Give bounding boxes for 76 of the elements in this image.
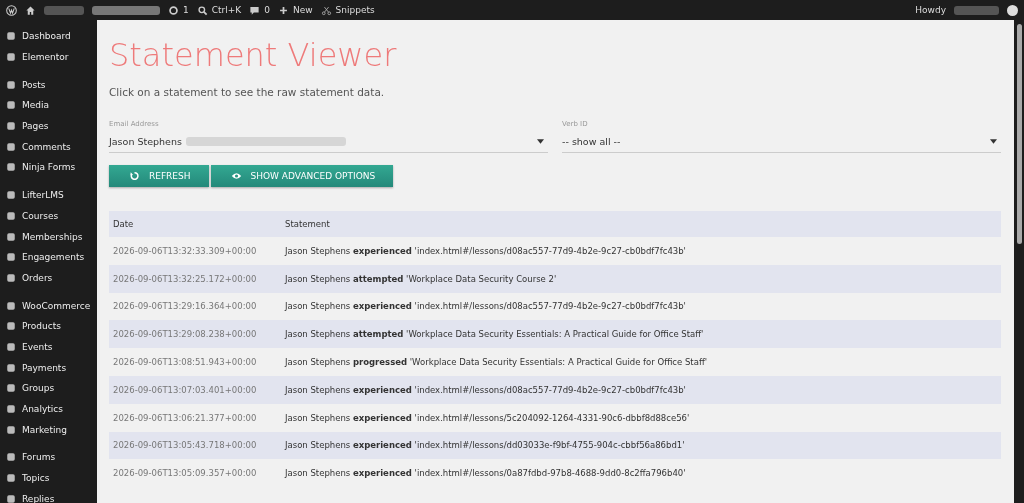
- greeting-text[interactable]: Howdy: [915, 5, 946, 15]
- sidebar-item[interactable]: Forums: [0, 447, 97, 468]
- sidebar-item[interactable]: Products: [0, 315, 97, 337]
- plus-icon[interactable]: [277, 4, 289, 16]
- dropdown-field[interactable]: Jason Stephens: [109, 130, 548, 153]
- sidebar-item[interactable]: Pages: [0, 115, 97, 137]
- date-cell-text: 2026-09-06T13:32:25.172+00:00: [112, 273, 258, 284]
- sidebar-item[interactable]: Ninja Forms: [0, 157, 97, 178]
- date-cell-text: 2026-09-06T13:32:33.309+00:00: [112, 245, 258, 256]
- scissors-icon[interactable]: [320, 4, 332, 16]
- show-options-button[interactable]: SHOW ADVANCED OPTIONS: [210, 165, 394, 187]
- redacted-block: [92, 5, 160, 15]
- statement-row[interactable]: 2026-09-06T13:06:21.377+00:00 Jason Stephens experienced 'index.html#/lessons/5c204092-1264-4331-90c6-dbbf8d88ce56': [109, 403, 1001, 432]
- statement-cell-text: Jason Stephens attempted 'Workplace Data Security Course 2': [283, 273, 557, 284]
- sidebar-item[interactable]: Engagements: [0, 246, 97, 268]
- column-header: Statement: [284, 219, 330, 229]
- redacted-block: [44, 5, 84, 15]
- column-header: Date: [112, 219, 135, 229]
- sidebar-item[interactable]: Groups: [0, 378, 97, 399]
- statement-cell-text: Jason Stephens experienced 'index.html#/lessons/d08ac557-77d9-4b2e-9c27-cb0bdf7fc43b': [283, 384, 686, 395]
- sidebar-item[interactable]: Replies: [0, 488, 97, 503]
- statement-row[interactable]: 2026-09-06T13:07:03.401+00:00 Jason Stephens experienced 'index.html#/lessons/d08ac557-77d9-4b2e-9c27-cb0bdf7fc43b': [109, 376, 1001, 404]
- statement-cell-text: Jason Stephens experienced 'index.html#/lessons/d08ac557-77d9-4b2e-9c27-cb0bdf7fc43b': [283, 301, 686, 312]
- wordpress-logo-icon[interactable]: [6, 4, 17, 16]
- updates-count[interactable]: 1: [183, 5, 189, 15]
- snippets-link[interactable]: Snippets: [335, 5, 375, 15]
- home-icon[interactable]: [25, 4, 36, 16]
- sidebar-item[interactable]: LifterLMS: [0, 184, 97, 206]
- sidebar-item[interactable]: Marketing: [0, 419, 97, 441]
- redacted-block: [954, 5, 999, 15]
- avatar-icon[interactable]: [1007, 4, 1018, 16]
- comment-icon[interactable]: [249, 4, 261, 16]
- statement-row[interactable]: 2026-09-06T13:08:51.943+00:00 Jason Stephens progressed 'Workplace Data Security Essentials: A Practical Guide for Office Staff': [109, 348, 1001, 376]
- sidebar-item[interactable]: Courses: [0, 205, 97, 227]
- comments-count[interactable]: 0: [264, 5, 270, 15]
- statement-row[interactable]: 2026-09-06T13:32:25.172+00:00 Jason Stephens attempted 'Workplace Data Security Course 2': [109, 264, 1001, 293]
- sidebar-item[interactable]: Elementor: [0, 46, 97, 68]
- caret-icon: [537, 138, 544, 144]
- statement-cell-text: Jason Stephens experienced 'index.html#/lessons/dd03033e-f9bf-4755-904c-cbbf56a86bd1': [283, 440, 685, 451]
- scrollbar[interactable]: [1014, 20, 1024, 503]
- sidebar-item[interactable]: Orders: [0, 267, 97, 289]
- statement-cell-text: Jason Stephens experienced 'index.html#/lessons/d08ac557-77d9-4b2e-9c27-cb0bdf7fc43b': [283, 245, 686, 256]
- caret-icon: [990, 138, 997, 144]
- date-cell-text: 2026-09-06T13:05:43.718+00:00: [112, 440, 258, 451]
- date-cell-text: 2026-09-06T13:06:21.377+00:00: [112, 412, 258, 423]
- statement-cell-text: Jason Stephens progressed 'Workplace Data Security Essentials: A Practical Guide for Office Staff': [283, 357, 708, 368]
- statement-cell-text: Jason Stephens attempted 'Workplace Data Security Essentials: A Practical Guide for Office Staff': [283, 329, 704, 340]
- new-link[interactable]: New: [292, 5, 313, 15]
- statement-row[interactable]: 2026-09-06T13:29:16.364+00:00 Jason Stephens experienced 'index.html#/lessons/d08ac557-77d9-4b2e-9c27-cb0bdf7fc43b': [109, 292, 1001, 321]
- statement-row[interactable]: 2026-09-06T13:32:33.309+00:00 Jason Stephens experienced 'index.html#/lessons/d08ac557-77d9-4b2e-9c27-cb0bdf7fc43b': [109, 237, 1001, 265]
- statement-row[interactable]: 2026-09-06T13:05:43.718+00:00 Jason Stephens experienced 'index.html#/lessons/dd03033e-f9bf-4755-904c-cbbf56a86bd1': [109, 431, 1001, 460]
- date-cell-text: 2026-09-06T13:08:51.943+00:00: [112, 357, 258, 368]
- page-subtitle: Click on a statement to see the raw statement data.: [109, 86, 386, 98]
- date-cell-text: 2026-09-06T13:29:16.364+00:00: [112, 301, 258, 312]
- page-title: Statement Viewer: [109, 36, 398, 74]
- date-cell-text: 2026-09-06T13:07:03.401+00:00: [112, 384, 258, 395]
- sidebar-item[interactable]: Memberships: [0, 226, 97, 247]
- sidebar-item[interactable]: Comments: [0, 136, 97, 158]
- sidebar-item[interactable]: Payments: [0, 357, 97, 378]
- date-cell-text: 2026-09-06T13:05:09.357+00:00: [112, 468, 258, 479]
- search-icon[interactable]: [196, 4, 208, 16]
- eye-icon: [230, 171, 242, 181]
- statement-row[interactable]: 2026-09-06T13:05:09.357+00:00 Jason Stephens experienced 'index.html#/lessons/0a87fdbd-97b8-4688-9dd0-8c2ffa796b40': [109, 459, 1001, 488]
- statement-cell-text: Jason Stephens experienced 'index.html#/lessons/0a87fdbd-97b8-4688-9dd0-8c2ffa796b40': [283, 468, 686, 479]
- search-shortcut[interactable]: Ctrl+K: [211, 5, 242, 15]
- sidebar-item[interactable]: Analytics: [0, 398, 97, 420]
- sidebar-item[interactable]: Dashboard: [0, 26, 97, 47]
- date-cell-text: 2026-09-06T13:29:08.238+00:00: [112, 329, 258, 340]
- sidebar-item[interactable]: Posts: [0, 74, 97, 96]
- sidebar-item[interactable]: Events: [0, 336, 97, 358]
- statement-cell-text: Jason Stephens experienced 'index.html#/lessons/5c204092-1264-4331-90c6-dbbf8d88ce56': [283, 412, 690, 423]
- dropdown-field[interactable]: -- show all --: [562, 130, 1001, 153]
- sidebar-item[interactable]: WooCommerce: [0, 295, 97, 316]
- sidebar-item[interactable]: Topics: [0, 467, 97, 489]
- sidebar-item[interactable]: Media: [0, 95, 97, 116]
- statement-row[interactable]: 2026-09-06T13:29:08.238+00:00 Jason Stephens attempted 'Workplace Data Security Essentials: A Practical Guide for Office Staff': [109, 320, 1001, 349]
